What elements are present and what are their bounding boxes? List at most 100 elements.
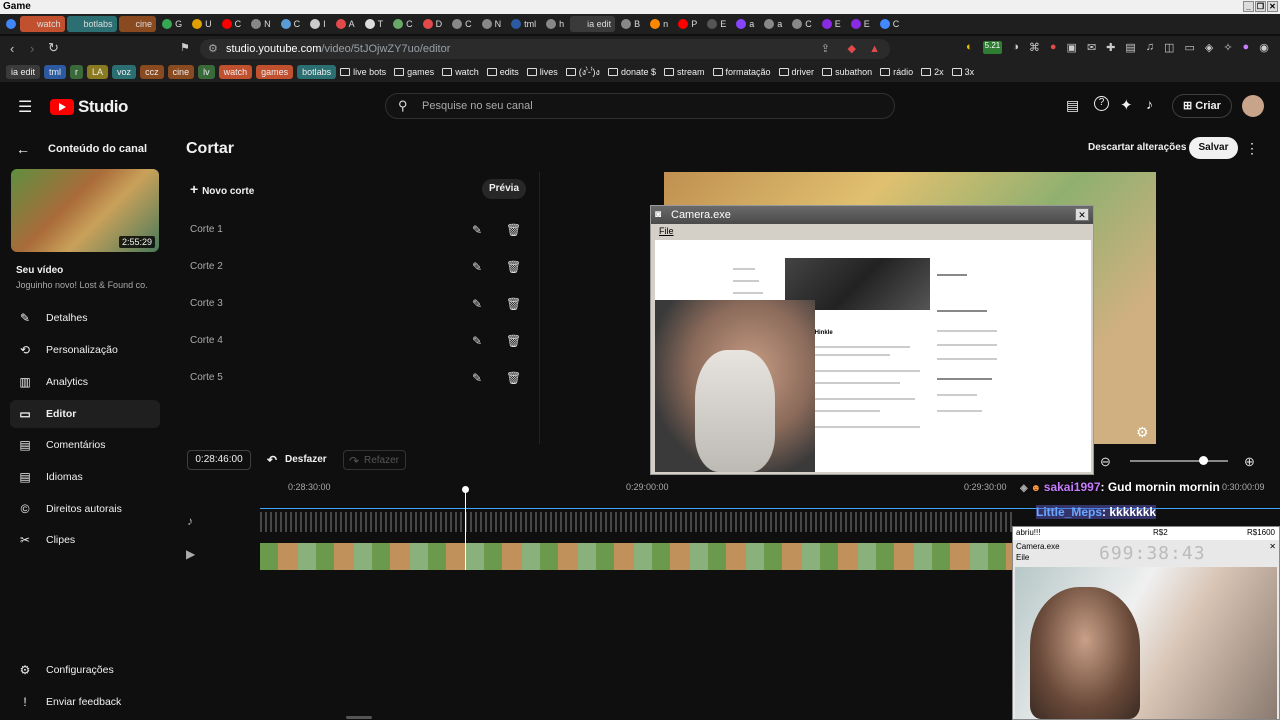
studio-logo[interactable]: Studio bbox=[50, 97, 128, 117]
browser-tab[interactable]: watch bbox=[20, 16, 65, 32]
bookmark-folder[interactable]: live bots bbox=[340, 67, 386, 77]
browser-tab[interactable]: N bbox=[247, 16, 275, 32]
extension-icon[interactable]: ⌘ bbox=[1029, 41, 1040, 54]
playhead-handle[interactable] bbox=[462, 486, 469, 493]
bookmark-folder[interactable]: (ง'̀-'́)ง bbox=[565, 65, 600, 79]
bookmark-pill[interactable]: botlabs bbox=[297, 65, 337, 79]
bookmark-folder[interactable]: 2x bbox=[921, 67, 944, 77]
captions-icon[interactable]: ▤ bbox=[1066, 97, 1079, 114]
browser-tab[interactable]: A bbox=[332, 16, 359, 32]
extension-icon[interactable]: ◈ bbox=[1205, 41, 1213, 54]
delete-cut-icon[interactable]: 🗑 bbox=[506, 220, 521, 240]
channel-content-link[interactable]: Conteúdo do canal bbox=[48, 143, 147, 155]
preview-button[interactable]: Prévia bbox=[482, 179, 526, 199]
share-icon[interactable]: ⇪ bbox=[821, 39, 830, 59]
discard-changes-button[interactable]: Descartar alterações bbox=[1082, 138, 1192, 158]
browser-tab[interactable]: ia edit bbox=[570, 16, 616, 32]
back-arrow-icon[interactable]: ← bbox=[16, 141, 30, 157]
bookmark-folder[interactable]: driver bbox=[778, 67, 814, 77]
browser-tab[interactable]: P bbox=[674, 16, 701, 32]
music-icon[interactable]: ♫ bbox=[1146, 41, 1154, 54]
edit-cut-icon[interactable]: ✎ bbox=[472, 368, 482, 388]
browser-tab[interactable]: botlabs bbox=[66, 16, 117, 32]
create-button[interactable]: ⊞ Criar bbox=[1172, 94, 1232, 118]
file-menu[interactable]: Eile bbox=[1016, 553, 1029, 562]
browser-tab[interactable]: a bbox=[760, 16, 786, 32]
extension-badge-icon[interactable]: 5.21 bbox=[982, 41, 1003, 54]
sidebar-footer-item[interactable]: ! Enviar feedback bbox=[10, 688, 160, 716]
bookmark-pill[interactable]: ia edit bbox=[6, 65, 41, 79]
delete-cut-icon[interactable]: 🗑 bbox=[506, 331, 521, 351]
redo-button[interactable]: ↷ Refazer bbox=[343, 450, 407, 470]
account-avatar[interactable] bbox=[1242, 95, 1264, 117]
edit-cut-icon[interactable]: ✎ bbox=[472, 331, 482, 351]
reload-icon[interactable]: ↻ bbox=[48, 40, 59, 56]
extension-icon[interactable]: ▣ bbox=[1067, 41, 1077, 54]
undo-button[interactable]: ↶ Desfazer bbox=[263, 450, 327, 470]
sidebar-item-direitos-autorais[interactable]: © Direitos autorais bbox=[10, 495, 160, 523]
bookmark-folder[interactable]: subathon bbox=[822, 67, 872, 77]
bookmark-folder[interactable]: rádio bbox=[880, 67, 913, 77]
browser-tab[interactable]: I bbox=[306, 16, 330, 32]
bookmark-folder[interactable]: 3x bbox=[951, 67, 974, 77]
help-icon[interactable]: ? bbox=[1094, 96, 1109, 111]
browser-app-icon[interactable] bbox=[6, 19, 16, 29]
bookmark-folder[interactable]: donate $ bbox=[607, 67, 656, 77]
browser-tab[interactable]: U bbox=[188, 16, 216, 32]
save-button[interactable]: Salvar bbox=[1189, 137, 1238, 159]
sparkle-icon[interactable]: ✦ bbox=[1120, 96, 1133, 114]
extension-icon[interactable]: ◑ bbox=[1012, 41, 1019, 54]
bookmark-pill[interactable]: tml bbox=[44, 65, 67, 79]
bookmark-folder[interactable]: watch bbox=[442, 67, 479, 77]
bookmark-folder[interactable]: formatação bbox=[712, 67, 771, 77]
zoom-slider-handle[interactable] bbox=[1199, 456, 1208, 465]
sidebar-item-coment-rios[interactable]: ▤ Comentários bbox=[10, 431, 160, 459]
delete-cut-icon[interactable]: 🗑 bbox=[506, 368, 521, 388]
browser-tab[interactable]: C bbox=[788, 16, 816, 32]
browser-tab[interactable]: B bbox=[617, 16, 644, 32]
sidebar-footer-item[interactable]: ⚙ Configurações bbox=[10, 656, 160, 684]
file-menu[interactable]: File bbox=[659, 226, 674, 236]
extension-icon[interactable]: ▤ bbox=[1125, 41, 1135, 54]
bookmark-icon[interactable]: ⚑ bbox=[180, 41, 190, 54]
bookmark-pill[interactable]: LA bbox=[87, 65, 109, 79]
browser-tab[interactable]: cine bbox=[118, 16, 157, 32]
extension-icon[interactable]: ◐ bbox=[966, 41, 973, 54]
browser-tab[interactable]: E bbox=[847, 16, 874, 32]
bookmark-folder[interactable]: stream bbox=[664, 67, 705, 77]
new-cut-button[interactable]: + Novo corte bbox=[182, 179, 254, 199]
sidebar-item-editor[interactable]: ▭ Editor bbox=[10, 400, 160, 428]
hamburger-menu-icon[interactable]: ☰ bbox=[18, 97, 32, 117]
bookmark-pill[interactable]: voz bbox=[112, 65, 137, 79]
extension-icon[interactable]: ▭ bbox=[1184, 41, 1194, 54]
browser-tab[interactable]: a bbox=[732, 16, 758, 32]
close-icon[interactable]: ✕ bbox=[1269, 542, 1276, 551]
browser-tab[interactable]: C bbox=[389, 16, 417, 32]
browser-tab[interactable]: C bbox=[277, 16, 305, 32]
more-options-icon[interactable]: ⋮ bbox=[1245, 140, 1259, 157]
close-icon[interactable]: ✕ bbox=[1075, 208, 1089, 221]
timecode-field[interactable]: 0:28:46:00 bbox=[187, 450, 251, 470]
settings-gear-icon[interactable]: ⚙ bbox=[1136, 424, 1149, 441]
back-arrow-icon[interactable]: ‹ bbox=[10, 41, 14, 56]
video-thumbnail[interactable]: 2:55:29 bbox=[11, 169, 159, 252]
bookmark-pill[interactable]: cine bbox=[167, 65, 195, 79]
zoom-slider[interactable] bbox=[1130, 460, 1228, 462]
edit-cut-icon[interactable]: ✎ bbox=[472, 294, 482, 314]
sidebar-item-detalhes[interactable]: ✎ Detalhes bbox=[10, 304, 160, 332]
browser-tab[interactable]: D bbox=[419, 16, 447, 32]
close-button[interactable]: ✕ bbox=[1267, 1, 1278, 12]
browser-tab[interactable]: C bbox=[448, 16, 476, 32]
edit-cut-icon[interactable]: ✎ bbox=[472, 257, 482, 277]
profile-icon[interactable]: ◉ bbox=[1259, 41, 1269, 54]
bookmark-folder[interactable]: games bbox=[394, 67, 434, 77]
extension-icon[interactable]: ◫ bbox=[1164, 41, 1174, 54]
record-icon[interactable]: ● bbox=[1050, 41, 1057, 54]
bookmark-folder[interactable]: edits bbox=[486, 67, 519, 77]
channel-search-input[interactable]: ⚲ Pesquise no seu canal bbox=[385, 93, 895, 119]
bookmark-pill[interactable]: lv bbox=[198, 65, 215, 79]
extension-icon[interactable]: ● bbox=[1243, 41, 1250, 54]
audio-waveform-track[interactable] bbox=[260, 512, 1012, 532]
browser-tab[interactable]: C bbox=[218, 16, 246, 32]
browser-tab[interactable]: tml bbox=[507, 16, 540, 32]
